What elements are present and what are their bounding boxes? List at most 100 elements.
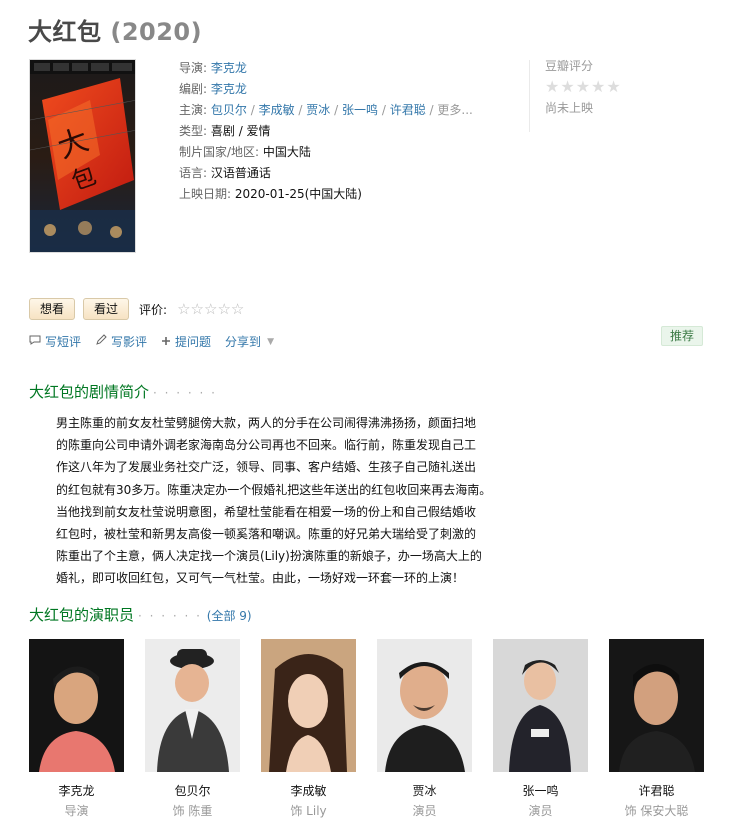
release-label: 上映日期:	[179, 187, 232, 201]
cast-name[interactable]: 许君聪	[609, 782, 704, 799]
cast-row: 主演: 包贝尔 / 李成敏 / 贾冰 / 张一鸣 / 许君聪 / 更多...	[179, 103, 473, 117]
comment-icon	[29, 334, 41, 349]
ops-bar: 写短评 写影评 提问题 分享到 ▼	[29, 333, 274, 350]
cast-name[interactable]: 张一鸣	[493, 782, 588, 799]
movie-poster[interactable]: 大 包	[29, 59, 136, 253]
cast-link[interactable]: 张一鸣	[342, 103, 378, 117]
cast-card[interactable]: 李成敏 饰 Lily	[261, 639, 356, 819]
plus-icon	[161, 335, 171, 349]
cast-photo[interactable]	[377, 639, 472, 772]
star-outline-icon[interactable]: ☆	[204, 301, 217, 317]
star-outline-icon[interactable]: ☆	[177, 301, 190, 317]
summary-title: 大红包的剧情简介	[29, 383, 150, 401]
genre-label: 类型:	[179, 124, 208, 138]
director-link[interactable]: 李克龙	[211, 61, 247, 75]
write-short-review-label: 写短评	[45, 335, 82, 349]
director-row: 导演: 李克龙	[179, 58, 509, 79]
summary-line: 当他找到前女友杜莹说明意图，希望杜莹能看在相爱一场的份上和自己假结婚收	[56, 504, 477, 519]
cast-role: 演员	[528, 804, 553, 818]
star-icon: ★	[606, 77, 621, 96]
ask-question-label: 提问题	[175, 335, 212, 349]
cast-more-link[interactable]: 更多...	[437, 103, 472, 117]
douban-rating: 豆瓣评分 ★ ★ ★ ★ ★ 尚未上映	[545, 57, 621, 116]
rating-label: 豆瓣评分	[545, 59, 594, 73]
summary-heading: 大红包的剧情简介 · · · · · ·	[29, 381, 217, 402]
cast-role: 饰 保安大聪	[624, 804, 689, 818]
summary-line: 男主陈重的前女友杜莹劈腿傍大款，两人的分手在公司闹得沸沸扬扬，颜面扫地	[56, 416, 477, 430]
summary-text: 男主陈重的前女友杜莹劈腿傍大款，两人的分手在公司闹得沸沸扬扬，颜面扫地 的陈重向…	[56, 412, 518, 590]
page-title: 大红包 (2020)	[28, 12, 202, 47]
country-label: 制片国家/地区:	[179, 145, 260, 159]
cast-name[interactable]: 李成敏	[261, 782, 356, 799]
cast-link[interactable]: 许君聪	[390, 103, 426, 117]
cast-name[interactable]: 贾冰	[377, 782, 472, 799]
rating-status: 尚未上映	[545, 101, 594, 115]
director-label: 导演:	[179, 61, 208, 75]
cast-photo[interactable]	[145, 639, 240, 772]
release-row: 上映日期: 2020-01-25(中国大陆)	[179, 184, 509, 205]
star-outline-icon[interactable]: ☆	[191, 301, 204, 317]
cast-role: 饰 Lily	[290, 804, 327, 818]
share-link[interactable]: 分享到 ▼	[225, 333, 274, 350]
language-row: 语言: 汉语普通话	[179, 163, 509, 184]
cast-card[interactable]: 贾冰 演员	[377, 639, 472, 819]
cast-photo[interactable]	[29, 639, 124, 772]
cast-card[interactable]: 李克龙 导演	[29, 639, 124, 819]
rate-stars: ☆ ☆ ☆ ☆ ☆	[177, 301, 244, 317]
genre-value: 喜剧 / 爱情	[210, 124, 271, 138]
write-review-label: 写影评	[111, 335, 148, 349]
summary-line: 作这八年为了发展业务社交广泛，领导、同事、客户结婚、生孩子自己随礼送出	[56, 460, 477, 475]
cast-name[interactable]: 李克龙	[29, 782, 124, 799]
star-icon: ★	[591, 77, 606, 96]
summary-dots: · · · · · ·	[153, 386, 217, 400]
star-icon: ★	[560, 77, 575, 96]
summary-line: 的红包就有30多万。陈重决定办一个假婚礼把这些年送出的红包收回来再去海南。	[56, 482, 492, 497]
recommend-button[interactable]: 推荐	[661, 326, 704, 346]
movie-year: (2020)	[110, 18, 203, 46]
summary-line: 婚礼，即可收回红包，又可气一气杜莹。由此，一场好戏一环套一环的上演！	[56, 571, 465, 586]
star-icon: ★	[575, 77, 591, 96]
want-to-watch-button[interactable]: 想看	[29, 298, 76, 320]
writer-row: 编剧: 李克龙	[179, 79, 509, 100]
all-cast-link[interactable]: 全部 9	[211, 609, 246, 623]
cast-link[interactable]: 包贝尔	[211, 103, 247, 117]
cast-card[interactable]: 许君聪 饰 保安大聪	[609, 639, 704, 819]
country-value: 中国大陆	[262, 145, 311, 159]
cast-name[interactable]: 包贝尔	[145, 782, 240, 799]
genre-row: 类型: 喜剧 / 爱情	[179, 121, 509, 142]
share-label: 分享到	[225, 335, 262, 349]
language-value: 汉语普通话	[210, 166, 271, 180]
cast-link[interactable]: 李成敏	[259, 103, 295, 117]
watched-button[interactable]: 看过	[83, 298, 130, 320]
star-outline-icon[interactable]: ☆	[217, 301, 230, 317]
movie-info: 导演: 李克龙 编剧: 李克龙 主演: 包贝尔 / 李成敏 / 贾冰 / 张一鸣…	[179, 58, 509, 205]
cast-role: 演员	[412, 804, 437, 818]
cast-label: 主演:	[179, 103, 208, 117]
movie-title: 大红包	[28, 18, 102, 46]
cast-list: 李克龙 导演 包贝尔 饰 陈重 李成敏 饰 Lily 贾冰 演员 张一鸣 演员 …	[29, 639, 704, 819]
summary-line: 红包时，被杜莹和新男友高俊一顿奚落和嘲讽。陈重的好兄弟大瑞给受了刺激的	[56, 527, 477, 542]
language-label: 语言:	[179, 166, 208, 180]
poster-image: 大 包	[30, 60, 135, 252]
star-icon: ★	[545, 77, 560, 96]
cast-title: 大红包的演职员	[29, 606, 135, 624]
cast-dots: · · · · · ·	[138, 609, 202, 623]
pencil-icon	[95, 334, 107, 349]
writer-link[interactable]: 李克龙	[211, 82, 247, 96]
cast-card[interactable]: 包贝尔 饰 陈重	[145, 639, 240, 819]
release-value: 2020-01-25(中国大陆)	[234, 187, 362, 201]
cast-heading: 大红包的演职员 · · · · · · (全部 9)	[29, 606, 252, 624]
cast-photo[interactable]	[493, 639, 588, 772]
cast-photo[interactable]	[261, 639, 356, 772]
summary-line: 的陈重向公司申请外调老家海南岛分公司再也不回来。临行前，陈重发现自己工	[56, 438, 477, 453]
cast-card[interactable]: 张一鸣 演员	[493, 639, 588, 819]
cast-photo[interactable]	[609, 639, 704, 772]
cast-link[interactable]: 贾冰	[306, 103, 330, 117]
write-review-link[interactable]: 写影评	[95, 333, 147, 350]
ask-question-link[interactable]: 提问题	[161, 333, 211, 350]
country-row: 制片国家/地区: 中国大陆	[179, 142, 509, 163]
cast-role: 饰 陈重	[172, 804, 213, 818]
star-outline-icon[interactable]: ☆	[231, 301, 244, 317]
writer-label: 编剧:	[179, 82, 208, 96]
write-short-review-link[interactable]: 写短评	[29, 333, 81, 350]
